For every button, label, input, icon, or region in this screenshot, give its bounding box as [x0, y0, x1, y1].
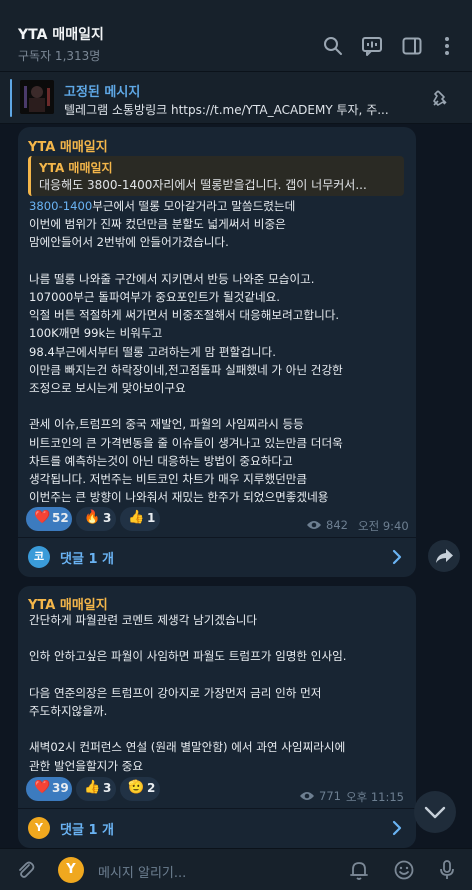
scroll-to-bottom-button[interactable] — [414, 791, 456, 833]
pinned-text: 텔레그램 소통방링크 https://t.me/YTA_ACADEMY 투자, … — [64, 103, 389, 117]
commenter-avatar: 코 — [28, 546, 50, 568]
message-input[interactable]: 메시지 알리기... — [98, 862, 186, 881]
reaction-thumbs-up[interactable]: 👍 1 — [120, 507, 160, 531]
heart-icon: ❤️ — [34, 780, 51, 795]
reaction-count: 3 — [103, 511, 112, 525]
unpin-icon[interactable] — [431, 88, 451, 108]
post-meta: 771 오후 11:15 — [299, 789, 411, 805]
post-time: 오후 11:15 — [346, 790, 404, 804]
commenter-avatar: Y — [28, 817, 50, 839]
channel-post: YTA 매매일지 간단하게 파월관련 코멘트 제생각 남기겠습니다 인하 안하고… — [18, 586, 416, 848]
reaction-thumbs-up[interactable]: 👍 3 — [76, 777, 116, 801]
reaction-fire[interactable]: 🔥 3 — [76, 507, 116, 531]
chevron-right-icon — [392, 549, 402, 565]
reaction-heart[interactable]: ❤️ 52 — [26, 507, 72, 531]
pinned-title: 고정된 메시지 — [64, 85, 141, 100]
post-meta: 842 오전 9:40 — [306, 518, 412, 534]
pinned-thumbnail — [20, 80, 54, 114]
emoji-icon[interactable] — [393, 859, 415, 881]
channel-post: YTA 매매일지 YTA 매매일지 대응해도 3800-1400자리에서 떨롱받… — [18, 127, 416, 577]
reaction-count: 39 — [52, 781, 69, 795]
attach-icon[interactable] — [14, 859, 36, 881]
channel-header: YTA 매매일지 구독자 1,313명 — [0, 0, 472, 72]
post-text-body: 이번에 범위가 진짜 컸던만큼 분할도 넓게써서 비중은 맘에안들어서 2번밖에… — [29, 217, 343, 505]
post-text: 간단하게 파월관련 코멘트 제생각 남기겠습니다 인하 안하고싶은 파월이 사임… — [29, 613, 347, 773]
post-time: 오전 9:40 — [358, 519, 409, 533]
views-icon — [300, 792, 314, 800]
comments-link[interactable]: Y 댓글 1 개 — [18, 808, 416, 848]
reaction-count: 52 — [52, 511, 69, 525]
bell-icon[interactable] — [348, 859, 370, 881]
reaction-count: 2 — [147, 781, 156, 795]
comments-label: 댓글 1 개 — [60, 823, 114, 838]
live-chat-icon[interactable] — [361, 35, 383, 57]
post-text-first-line: 부근에서 떨롱 모아갈거라고 말씀드렸는데 — [92, 199, 296, 213]
message-input-bar: Y 메시지 알리기... — [0, 848, 472, 890]
reaction-count: 1 — [147, 511, 156, 525]
chevron-right-icon — [392, 820, 402, 836]
reply-quote[interactable]: YTA 매매일지 대응해도 3800-1400자리에서 떨롱받을겁니다. 갭이 … — [28, 156, 404, 196]
share-button[interactable] — [428, 540, 460, 572]
quote-author: YTA 매매일지 — [39, 161, 113, 175]
comments-link[interactable]: 코 댓글 1 개 — [18, 537, 416, 577]
share-icon — [436, 549, 453, 563]
sidebar-toggle-icon[interactable] — [401, 35, 423, 57]
price-range-link[interactable]: 3800-1400 — [29, 199, 92, 213]
microphone-icon[interactable] — [436, 859, 458, 881]
comments-label: 댓글 1 개 — [60, 552, 114, 567]
subscriber-count: 구독자 1,313명 — [18, 49, 101, 63]
thumbs-up-icon: 👍 — [84, 780, 101, 795]
reaction-count: 3 — [103, 781, 112, 795]
more-vertical-icon[interactable] — [436, 35, 458, 57]
send-as-avatar[interactable]: Y — [58, 857, 84, 883]
salute-icon: 🫡 — [128, 780, 145, 795]
quote-text: 대응해도 3800-1400자리에서 떨롱받을겁니다. 갭이 너무커서... — [39, 178, 367, 192]
channel-title[interactable]: YTA 매매일지 — [18, 24, 104, 44]
views-icon — [307, 521, 321, 529]
reaction-heart[interactable]: ❤️ 39 — [26, 777, 72, 801]
pinned-indicator — [10, 79, 12, 117]
thumbs-up-icon: 👍 — [128, 510, 145, 525]
view-count: 842 — [326, 518, 348, 532]
view-count: 771 — [319, 789, 341, 803]
fire-icon: 🔥 — [84, 510, 101, 525]
heart-icon: ❤️ — [34, 510, 51, 525]
post-author[interactable]: YTA 매매일지 — [28, 136, 108, 155]
chevron-down-icon — [424, 806, 446, 819]
pinned-message-bar[interactable]: 고정된 메시지 텔레그램 소통방링크 https://t.me/YTA_ACAD… — [0, 72, 472, 124]
post-text: 3800-1400부근에서 떨롱 모아갈거라고 말씀드렸는데 이번에 범위가 진… — [29, 197, 409, 506]
reaction-salute[interactable]: 🫡 2 — [120, 777, 160, 801]
search-icon[interactable] — [322, 35, 344, 57]
